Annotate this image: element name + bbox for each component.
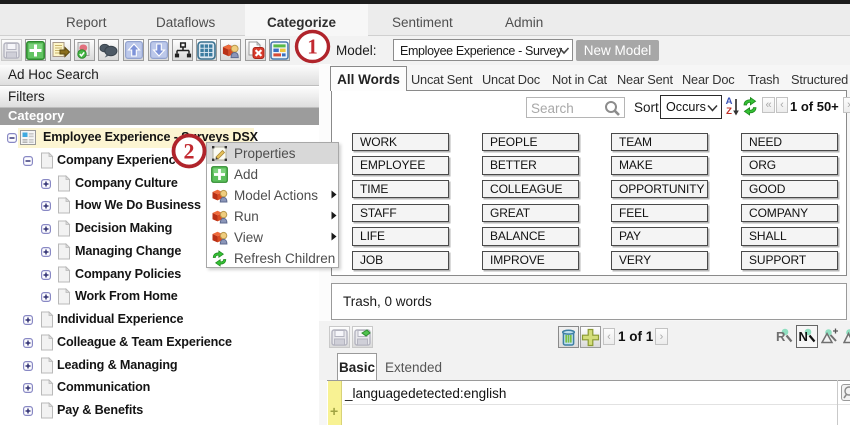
svg-text:1: 1 xyxy=(307,35,318,59)
svg-text:Z: Z xyxy=(726,106,732,117)
svg-text:2: 2 xyxy=(184,139,195,164)
